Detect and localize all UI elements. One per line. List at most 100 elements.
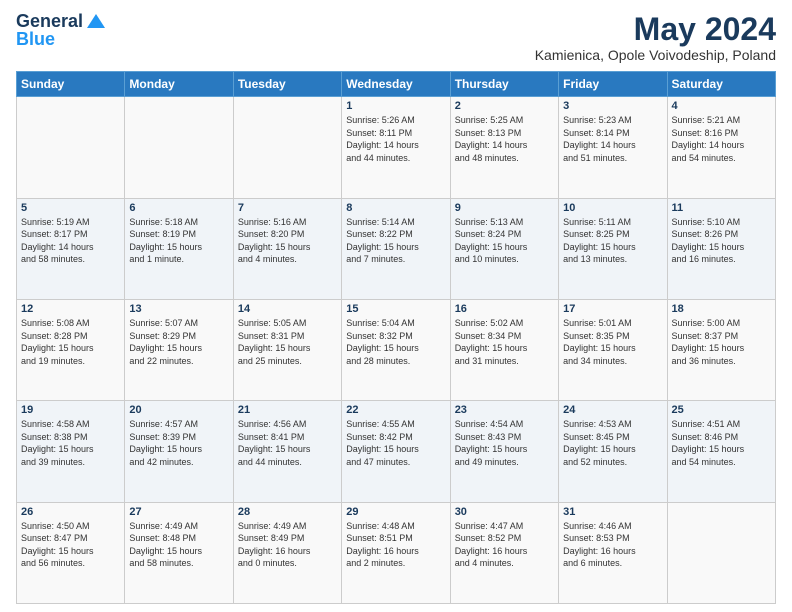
day-number: 31 — [563, 506, 662, 518]
day-info: Sunrise: 4:51 AMSunset: 8:46 PMDaylight:… — [672, 418, 771, 468]
title-block: May 2024 Kamienica, Opole Voivodeship, P… — [535, 12, 776, 63]
day-number: 2 — [455, 100, 554, 112]
col-friday: Friday — [559, 72, 667, 97]
table-row: 20Sunrise: 4:57 AMSunset: 8:39 PMDayligh… — [125, 401, 233, 502]
table-row: 16 Sunrise: 5:02 AMSunset: 8:34 PMDayligh… — [450, 299, 558, 400]
col-saturday: Saturday — [667, 72, 775, 97]
day-number: 13 — [129, 303, 228, 315]
day-number: 7 — [238, 202, 337, 214]
day-info: Sunrise: 4:54 AMSunset: 8:43 PMDaylight:… — [455, 418, 554, 468]
col-wednesday: Wednesday — [342, 72, 450, 97]
day-info: Sunrise: 4:49 AMSunset: 8:48 PMDaylight:… — [129, 520, 228, 570]
logo-icon — [85, 10, 107, 32]
day-number: 14 — [238, 303, 337, 315]
day-info: Sunrise: 4:48 AMSunset: 8:51 PMDaylight:… — [346, 520, 445, 570]
calendar-week-2: 5Sunrise: 5:19 AMSunset: 8:17 PMDaylight… — [17, 198, 776, 299]
table-row: 27 Sunrise: 4:49 AMSunset: 8:48 PMDayligh… — [125, 502, 233, 603]
table-row: 31 Sunrise: 4:46 AMSunset: 8:53 PMDayligh… — [559, 502, 667, 603]
day-number: 29 — [346, 506, 445, 518]
table-row: 25Sunrise: 4:51 AMSunset: 8:46 PMDayligh… — [667, 401, 775, 502]
table-row: 19Sunrise: 4:58 AMSunset: 8:38 PMDayligh… — [17, 401, 125, 502]
day-info: Sunrise: 5:13 AMSunset: 8:24 PMDaylight:… — [455, 216, 554, 266]
logo-text-line2: Blue — [16, 30, 107, 50]
table-row: 9 Sunrise: 5:13 AMSunset: 8:24 PMDaylight… — [450, 198, 558, 299]
day-info: Sunrise: 5:18 AMSunset: 8:19 PMDaylight:… — [129, 216, 228, 266]
table-row: 11 Sunrise: 5:10 AMSunset: 8:26 PMDayligh… — [667, 198, 775, 299]
table-row: 2 Sunrise: 5:25 AMSunset: 8:13 PMDaylight… — [450, 97, 558, 198]
day-info: Sunrise: 4:57 AMSunset: 8:39 PMDaylight:… — [129, 418, 228, 468]
table-row: 21 Sunrise: 4:56 AMSunset: 8:41 PMDayligh… — [233, 401, 341, 502]
day-info: Sunrise: 5:25 AMSunset: 8:13 PMDaylight:… — [455, 114, 554, 164]
day-number: 22 — [346, 404, 445, 416]
table-row — [17, 97, 125, 198]
table-row: 17 Sunrise: 5:01 AMSunset: 8:35 PMDayligh… — [559, 299, 667, 400]
calendar-week-5: 26 Sunrise: 4:50 AMSunset: 8:47 PMDayligh… — [17, 502, 776, 603]
table-row: 13 Sunrise: 5:07 AMSunset: 8:29 PMDayligh… — [125, 299, 233, 400]
table-row: 28 Sunrise: 4:49 AMSunset: 8:49 PMDayligh… — [233, 502, 341, 603]
month-title: May 2024 — [535, 12, 776, 47]
page: General Blue May 2024 Kamienica, Opole V… — [0, 0, 792, 612]
day-info: Sunrise: 5:07 AMSunset: 8:29 PMDaylight:… — [129, 317, 228, 367]
table-row: 5Sunrise: 5:19 AMSunset: 8:17 PMDaylight… — [17, 198, 125, 299]
location-title: Kamienica, Opole Voivodeship, Poland — [535, 47, 776, 63]
calendar-week-1: 1Sunrise: 5:26 AMSunset: 8:11 PMDaylight… — [17, 97, 776, 198]
day-info: Sunrise: 5:11 AMSunset: 8:25 PMDaylight:… — [563, 216, 662, 266]
day-number: 3 — [563, 100, 662, 112]
col-sunday: Sunday — [17, 72, 125, 97]
table-row: 8 Sunrise: 5:14 AMSunset: 8:22 PMDaylight… — [342, 198, 450, 299]
day-number: 6 — [129, 202, 228, 214]
day-number: 24 — [563, 404, 662, 416]
day-info: Sunrise: 4:46 AMSunset: 8:53 PMDaylight:… — [563, 520, 662, 570]
day-number: 21 — [238, 404, 337, 416]
day-number: 30 — [455, 506, 554, 518]
day-info: Sunrise: 5:10 AMSunset: 8:26 PMDaylight:… — [672, 216, 771, 266]
day-number: 12 — [21, 303, 120, 315]
day-number: 8 — [346, 202, 445, 214]
table-row: 7 Sunrise: 5:16 AMSunset: 8:20 PMDaylight… — [233, 198, 341, 299]
day-number: 1 — [346, 100, 445, 112]
day-info: Sunrise: 4:56 AMSunset: 8:41 PMDaylight:… — [238, 418, 337, 468]
day-info: Sunrise: 4:50 AMSunset: 8:47 PMDaylight:… — [21, 520, 120, 570]
table-row: 22 Sunrise: 4:55 AMSunset: 8:42 PMDayligh… — [342, 401, 450, 502]
calendar-week-4: 19Sunrise: 4:58 AMSunset: 8:38 PMDayligh… — [17, 401, 776, 502]
day-info: Sunrise: 5:21 AMSunset: 8:16 PMDaylight:… — [672, 114, 771, 164]
day-number: 19 — [21, 404, 120, 416]
day-info: Sunrise: 5:04 AMSunset: 8:32 PMDaylight:… — [346, 317, 445, 367]
table-row: 29 Sunrise: 4:48 AMSunset: 8:51 PMDayligh… — [342, 502, 450, 603]
table-row: 6 Sunrise: 5:18 AMSunset: 8:19 PMDaylight… — [125, 198, 233, 299]
day-number: 28 — [238, 506, 337, 518]
day-number: 16 — [455, 303, 554, 315]
day-info: Sunrise: 5:01 AMSunset: 8:35 PMDaylight:… — [563, 317, 662, 367]
day-number: 10 — [563, 202, 662, 214]
table-row — [667, 502, 775, 603]
table-row: 18Sunrise: 5:00 AMSunset: 8:37 PMDayligh… — [667, 299, 775, 400]
day-info: Sunrise: 4:47 AMSunset: 8:52 PMDaylight:… — [455, 520, 554, 570]
calendar-table: Sunday Monday Tuesday Wednesday Thursday… — [16, 71, 776, 604]
table-row: 30 Sunrise: 4:47 AMSunset: 8:52 PMDayligh… — [450, 502, 558, 603]
day-number: 9 — [455, 202, 554, 214]
day-info: Sunrise: 5:02 AMSunset: 8:34 PMDaylight:… — [455, 317, 554, 367]
weekday-row: Sunday Monday Tuesday Wednesday Thursday… — [17, 72, 776, 97]
day-number: 4 — [672, 100, 771, 112]
table-row — [233, 97, 341, 198]
day-info: Sunrise: 5:16 AMSunset: 8:20 PMDaylight:… — [238, 216, 337, 266]
table-row: 1Sunrise: 5:26 AMSunset: 8:11 PMDaylight… — [342, 97, 450, 198]
day-number: 15 — [346, 303, 445, 315]
day-number: 17 — [563, 303, 662, 315]
table-row — [125, 97, 233, 198]
logo: General Blue — [16, 12, 107, 50]
day-number: 11 — [672, 202, 771, 214]
table-row: 12Sunrise: 5:08 AMSunset: 8:28 PMDayligh… — [17, 299, 125, 400]
day-info: Sunrise: 4:55 AMSunset: 8:42 PMDaylight:… — [346, 418, 445, 468]
calendar-header: Sunday Monday Tuesday Wednesday Thursday… — [17, 72, 776, 97]
header: General Blue May 2024 Kamienica, Opole V… — [16, 12, 776, 63]
table-row: 24Sunrise: 4:53 AMSunset: 8:45 PMDayligh… — [559, 401, 667, 502]
calendar-week-3: 12Sunrise: 5:08 AMSunset: 8:28 PMDayligh… — [17, 299, 776, 400]
day-number: 27 — [129, 506, 228, 518]
table-row: 4 Sunrise: 5:21 AMSunset: 8:16 PMDaylight… — [667, 97, 775, 198]
day-info: Sunrise: 4:49 AMSunset: 8:49 PMDaylight:… — [238, 520, 337, 570]
table-row: 3Sunrise: 5:23 AMSunset: 8:14 PMDaylight… — [559, 97, 667, 198]
day-info: Sunrise: 5:14 AMSunset: 8:22 PMDaylight:… — [346, 216, 445, 266]
table-row: 26 Sunrise: 4:50 AMSunset: 8:47 PMDayligh… — [17, 502, 125, 603]
day-number: 26 — [21, 506, 120, 518]
